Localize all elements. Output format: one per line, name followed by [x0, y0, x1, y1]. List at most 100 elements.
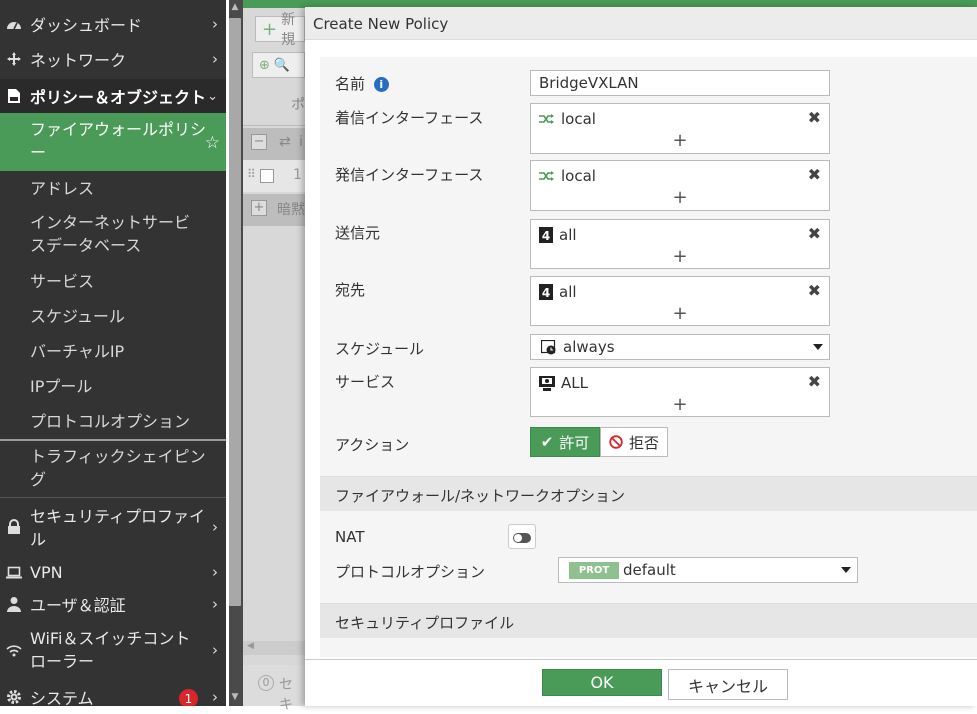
- security-profile-section: セキュリティプロファイル: [320, 603, 977, 638]
- sidebar-item-network[interactable]: ネットワーク ›: [0, 45, 226, 73]
- sidebar-divider: [0, 439, 226, 441]
- drag-handle-icon[interactable]: ⠿: [247, 167, 256, 181]
- interface-entry: local: [539, 110, 596, 128]
- interface-entry: local: [539, 167, 596, 185]
- sidebar-item-dashboard[interactable]: ダッシュボード ›: [0, 10, 226, 38]
- cancel-button[interactable]: キャンセル: [668, 669, 788, 700]
- outgoing-interface-field[interactable]: local ✖ +: [530, 160, 830, 211]
- wifi-icon: [5, 641, 23, 659]
- gear-icon: [5, 688, 23, 706]
- scroll-left-arrow-icon[interactable]: ◀: [247, 641, 254, 651]
- sidebar-item-label: ー: [30, 143, 47, 162]
- sidebar-item-label: WiFi＆スイッチコント: [30, 629, 191, 648]
- row-checkbox[interactable]: [260, 169, 274, 183]
- sidebar-item-label: グ: [30, 470, 47, 489]
- schedule-select[interactable]: always: [530, 334, 830, 360]
- sidebar-item-schedule[interactable]: スケジュール: [0, 304, 226, 328]
- laptop-icon: [5, 563, 23, 581]
- sidebar-scrollbar-thumb[interactable]: [229, 18, 241, 606]
- sidebar-item-label: ファイアウォールポリシ: [30, 120, 207, 139]
- chevron-right-icon: ›: [212, 50, 218, 68]
- chevron-right-icon: ›: [212, 595, 218, 613]
- user-icon: [5, 595, 23, 613]
- sidebar-item-protocol-options[interactable]: プロトコルオプション: [0, 409, 226, 433]
- source-label: 送信元: [335, 224, 381, 242]
- search-icon: 🔍: [273, 57, 291, 73]
- protocol-options-label: プロトコルオプション: [335, 563, 486, 581]
- sidebar-item-label: スデータベース: [30, 236, 142, 255]
- address-entry: 4 all: [539, 226, 577, 244]
- dialog-title: Create New Policy: [313, 15, 449, 33]
- remove-icon[interactable]: ✖: [808, 165, 821, 184]
- add-icon[interactable]: +: [672, 130, 687, 151]
- lock-icon: [5, 518, 23, 536]
- search-box[interactable]: ⊕ 🔍: [252, 52, 305, 78]
- protocol-options-select[interactable]: PROT default: [558, 557, 858, 583]
- notification-badge: 1: [179, 689, 198, 706]
- service-field[interactable]: ALL ✖ +: [530, 367, 830, 417]
- sidebar-item-wifi-switch[interactable]: WiFi＆スイッチコント ローラー ›: [0, 626, 226, 674]
- expand-icon[interactable]: +: [251, 200, 267, 216]
- dialog-footer: OK キャンセル: [305, 659, 977, 706]
- remove-icon[interactable]: ✖: [808, 281, 821, 300]
- remove-icon[interactable]: ✖: [808, 224, 821, 243]
- dashboard-icon: [5, 15, 23, 33]
- plus-icon: +: [262, 18, 278, 40]
- chevron-right-icon: ›: [212, 641, 218, 659]
- source-field[interactable]: 4 all ✖ +: [530, 219, 830, 269]
- remove-icon[interactable]: ✖: [808, 372, 821, 391]
- create-policy-dialog: Create New Policy 名前 i BridgeVXLAN 着信インタ…: [305, 7, 977, 706]
- sidebar-item-ippool[interactable]: IPプール: [0, 374, 226, 398]
- collapse-icon[interactable]: −: [251, 134, 267, 150]
- service-monitor-icon: [539, 375, 555, 391]
- sidebar-item-label: ル: [30, 530, 47, 549]
- sidebar-item-isdb[interactable]: インターネットサービ スデータベース: [0, 211, 226, 259]
- horizontal-scrollbar[interactable]: ◀: [243, 641, 305, 655]
- star-icon[interactable]: ☆: [205, 133, 220, 153]
- table-group-row[interactable]: − ⇄ i: [243, 128, 305, 160]
- name-input[interactable]: BridgeVXLAN: [530, 70, 830, 96]
- sidebar-item-vpn[interactable]: VPN ›: [0, 559, 226, 585]
- sidebar-divider: [0, 497, 226, 498]
- chevron-right-icon: ›: [212, 688, 218, 706]
- clock-icon: [540, 339, 557, 359]
- sidebar-item-security-profile[interactable]: セキュリティプロファイ ル ›: [0, 503, 226, 551]
- ban-icon: [609, 435, 623, 449]
- create-new-button[interactable]: + 新規: [255, 12, 305, 48]
- table-header: ポ: [243, 88, 305, 126]
- sidebar-item-vip[interactable]: バーチャルIP: [0, 339, 226, 363]
- service-entry: ALL: [539, 374, 588, 392]
- chevron-right-icon: ›: [212, 518, 218, 536]
- table-row[interactable]: ⠿ 1: [243, 160, 305, 192]
- action-label: アクション: [335, 436, 410, 454]
- nat-toggle[interactable]: [508, 524, 536, 549]
- interface-shuffle-icon: [539, 113, 555, 125]
- chevron-right-icon: ›: [212, 15, 218, 33]
- add-icon[interactable]: +: [672, 303, 687, 324]
- scroll-down-arrow-icon[interactable]: ▼: [229, 692, 241, 704]
- sidebar-item-policy-objects[interactable]: ポリシー＆オブジェクト ⌄: [0, 79, 226, 113]
- destination-field[interactable]: 4 all ✖ +: [530, 276, 830, 326]
- sidebar-item-user-auth[interactable]: ユーザ＆認証 ›: [0, 591, 226, 617]
- sidebar-item-services[interactable]: サービス: [0, 269, 226, 293]
- add-icon[interactable]: +: [672, 394, 687, 415]
- service-label: サービス: [335, 373, 396, 391]
- sidebar-item-label: トラフィックシェイピン: [30, 447, 206, 466]
- scroll-up-arrow-icon[interactable]: ▲: [229, 2, 241, 14]
- check-icon: ✔: [540, 433, 554, 451]
- incoming-interface-field[interactable]: local ✖ +: [530, 103, 830, 154]
- add-icon[interactable]: +: [672, 246, 687, 267]
- accept-button[interactable]: ✔ 許可: [530, 427, 600, 457]
- network-move-icon: [5, 50, 23, 68]
- ok-button[interactable]: OK: [542, 669, 662, 696]
- add-icon[interactable]: +: [672, 187, 687, 208]
- remove-icon[interactable]: ✖: [808, 108, 821, 127]
- info-icon[interactable]: i: [373, 77, 389, 92]
- sidebar-item-traffic-shaping[interactable]: トラフィックシェイピン グ: [0, 445, 226, 493]
- address-group-icon: 4: [539, 284, 553, 300]
- table-group-row[interactable]: + 暗黙: [243, 194, 305, 226]
- sidebar-item-firewall-policy[interactable]: ファイアウォールポリシ ー ☆: [0, 113, 226, 171]
- deny-button[interactable]: 拒否: [600, 427, 668, 457]
- chevron-right-icon: ›: [212, 563, 218, 581]
- sidebar-item-address[interactable]: アドレス: [0, 176, 226, 200]
